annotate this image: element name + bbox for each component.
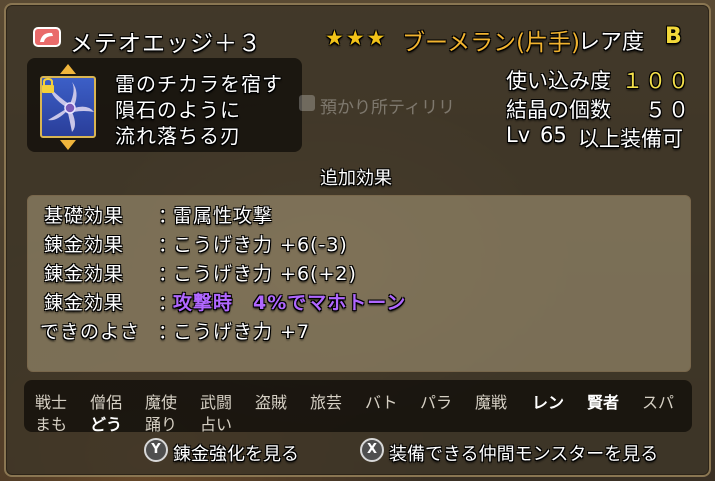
usage-value: １００ xyxy=(622,69,691,93)
arrow-down-icon[interactable] xyxy=(60,140,76,150)
weapon-type: ブーメラン(片手) xyxy=(402,30,581,56)
y-button-icon: Y xyxy=(144,438,168,462)
view-alchemy-label: 錬金強化を見る xyxy=(173,444,299,465)
effect-label: 錬金効果 xyxy=(44,234,125,256)
effect-value: こうげき力 +7 xyxy=(173,321,311,343)
level-suffix: 以上装備可 xyxy=(578,127,683,151)
job-label: 占い xyxy=(200,415,233,434)
effect-label: 錬金効果 xyxy=(44,292,125,314)
job-label: 盗賊 xyxy=(255,393,288,412)
job-label-equippable: 賢者 xyxy=(587,393,620,412)
level-prefix: Lv xyxy=(506,123,531,147)
owner-label: 預かり所ティリリ xyxy=(320,98,455,118)
effect-label: 基礎効果 xyxy=(44,205,125,227)
description-line-2: 隕石のように xyxy=(115,98,241,122)
effect-value: こうげき力 +6(+2) xyxy=(173,263,357,285)
effect-label: できのよさ xyxy=(40,321,141,343)
job-label: 魔使 xyxy=(145,393,178,412)
effect-label: 錬金効果 xyxy=(44,263,125,285)
item-name: メテオエッジ＋３ xyxy=(70,31,262,57)
boomerang-category-icon xyxy=(33,27,61,47)
effect-value-special: 攻撃時 4%でマホトーン xyxy=(173,292,407,314)
job-label: スパ xyxy=(642,393,675,412)
effect-value: 雷属性攻撃 xyxy=(173,205,274,227)
job-label: 武闘 xyxy=(200,393,233,412)
star-rating: ★★★ xyxy=(325,26,388,50)
crystals-label: 結晶の個数 xyxy=(506,98,611,122)
lock-icon xyxy=(41,77,55,94)
rarity-label: レア度 xyxy=(578,30,645,55)
job-label: 旅芸 xyxy=(310,393,343,412)
storage-icon xyxy=(299,95,315,111)
job-label: 魔戦 xyxy=(475,393,508,412)
arrow-up-icon[interactable] xyxy=(60,64,76,74)
usage-label: 使い込み度 xyxy=(506,69,611,93)
crystals-value: ５０ xyxy=(645,98,691,122)
level-value: 65 xyxy=(540,123,567,147)
description-line-3: 流れ落ちる刃 xyxy=(115,124,241,148)
job-label: パラ xyxy=(420,393,453,412)
job-label-equippable: レン xyxy=(532,393,565,412)
job-label: 僧侶 xyxy=(90,393,123,412)
item-selector[interactable] xyxy=(38,64,98,150)
effects-title: 追加効果 xyxy=(320,168,392,189)
rarity-value: B xyxy=(665,24,682,49)
job-label: まも xyxy=(35,415,68,434)
view-monsters-label: 装備できる仲間モンスターを見る xyxy=(389,444,659,465)
effect-value: こうげき力 +6(-3) xyxy=(173,234,348,256)
effects-box xyxy=(27,195,691,372)
job-label: 戦士 xyxy=(35,393,68,412)
job-label-equippable: どう xyxy=(90,415,123,434)
x-button-icon: X xyxy=(360,438,384,462)
job-label: バト xyxy=(365,393,398,412)
description-line-1: 雷のチカラを宿す xyxy=(115,72,283,96)
job-label: 踊り xyxy=(145,415,178,434)
